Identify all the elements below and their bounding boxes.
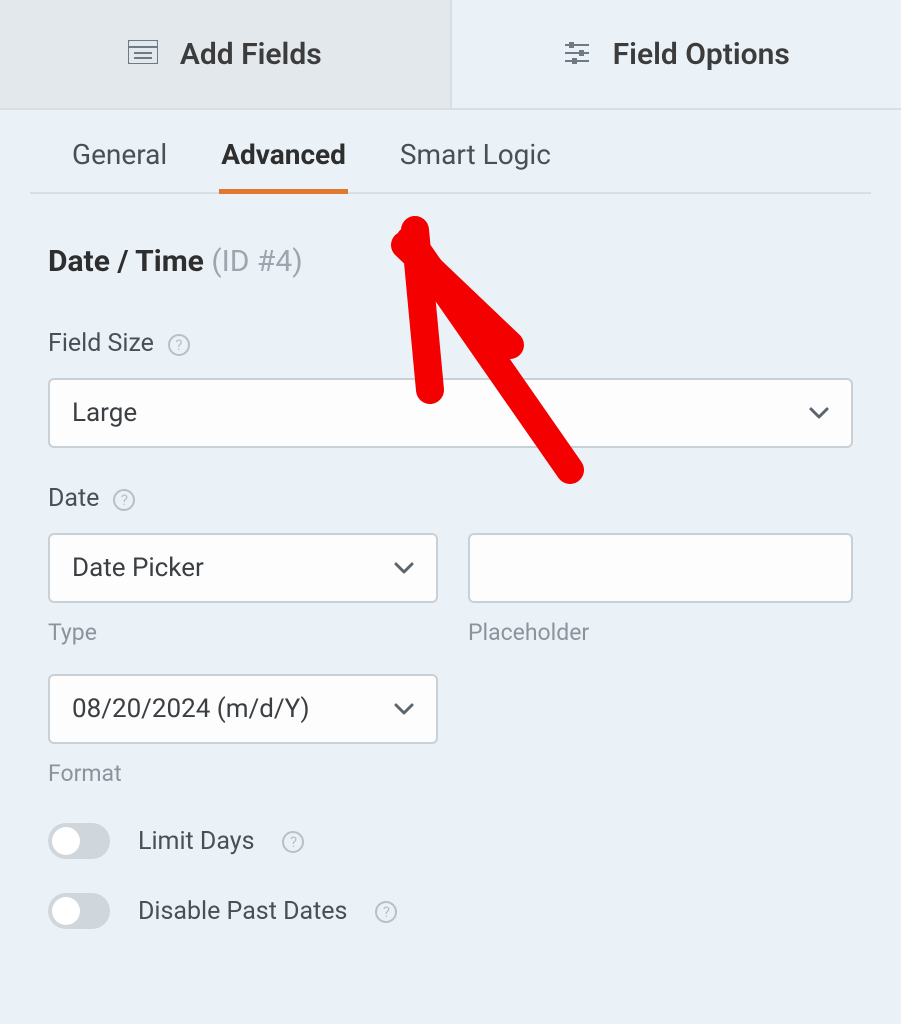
field-size-label: Field Size [48, 329, 154, 358]
subtab-general[interactable]: General [70, 138, 169, 194]
help-icon[interactable]: ? [375, 901, 397, 923]
date-type-value: Date Picker [72, 553, 204, 583]
subtab-advanced[interactable]: Advanced [219, 138, 348, 194]
field-title-id: (ID #4) [211, 244, 302, 279]
tab-add-fields[interactable]: Add Fields [0, 0, 450, 108]
disable-past-row: Disable Past Dates ? [48, 893, 853, 929]
date-format-value: 08/20/2024 (m/d/Y) [72, 694, 310, 724]
chevron-down-icon [809, 407, 829, 419]
date-label: Date [48, 484, 99, 513]
limit-days-row: Limit Days ? [48, 823, 853, 859]
advanced-panel: Date / Time (ID #4) Field Size ? Large D… [0, 194, 901, 959]
main-tabs: Add Fields Field Options [0, 0, 901, 110]
date-row-format: 08/20/2024 (m/d/Y) Format [48, 674, 853, 787]
tab-field-options-label: Field Options [613, 37, 790, 72]
date-section: Date ? Date Picker Type Placeholder [48, 484, 853, 787]
field-title-name: Date / Time [48, 244, 204, 279]
tab-add-fields-label: Add Fields [180, 37, 322, 72]
date-format-sublabel: Format [48, 760, 438, 787]
field-size-select[interactable]: Large [48, 378, 853, 448]
disable-past-label: Disable Past Dates [138, 897, 347, 926]
chevron-down-icon [394, 703, 414, 715]
field-size-value: Large [72, 398, 137, 428]
help-icon[interactable]: ? [113, 489, 135, 511]
sub-tabs: General Advanced Smart Logic [30, 110, 871, 194]
date-placeholder-sublabel: Placeholder [468, 619, 853, 646]
date-type-sublabel: Type [48, 619, 438, 646]
date-type-select[interactable]: Date Picker [48, 533, 438, 603]
form-list-icon [128, 37, 158, 72]
date-placeholder-input[interactable] [468, 533, 853, 603]
field-size-section: Field Size ? Large [48, 329, 853, 448]
tab-field-options[interactable]: Field Options [450, 0, 901, 108]
help-icon[interactable]: ? [168, 334, 190, 356]
field-title: Date / Time (ID #4) [48, 244, 853, 279]
subtab-smart-logic[interactable]: Smart Logic [398, 138, 553, 194]
date-row-type-placeholder: Date Picker Type Placeholder [48, 533, 853, 646]
chevron-down-icon [394, 562, 414, 574]
disable-past-toggle[interactable] [48, 893, 110, 929]
help-icon[interactable]: ? [282, 831, 304, 853]
sliders-icon [563, 37, 591, 72]
date-format-select[interactable]: 08/20/2024 (m/d/Y) [48, 674, 438, 744]
limit-days-label: Limit Days [138, 827, 254, 856]
limit-days-toggle[interactable] [48, 823, 110, 859]
